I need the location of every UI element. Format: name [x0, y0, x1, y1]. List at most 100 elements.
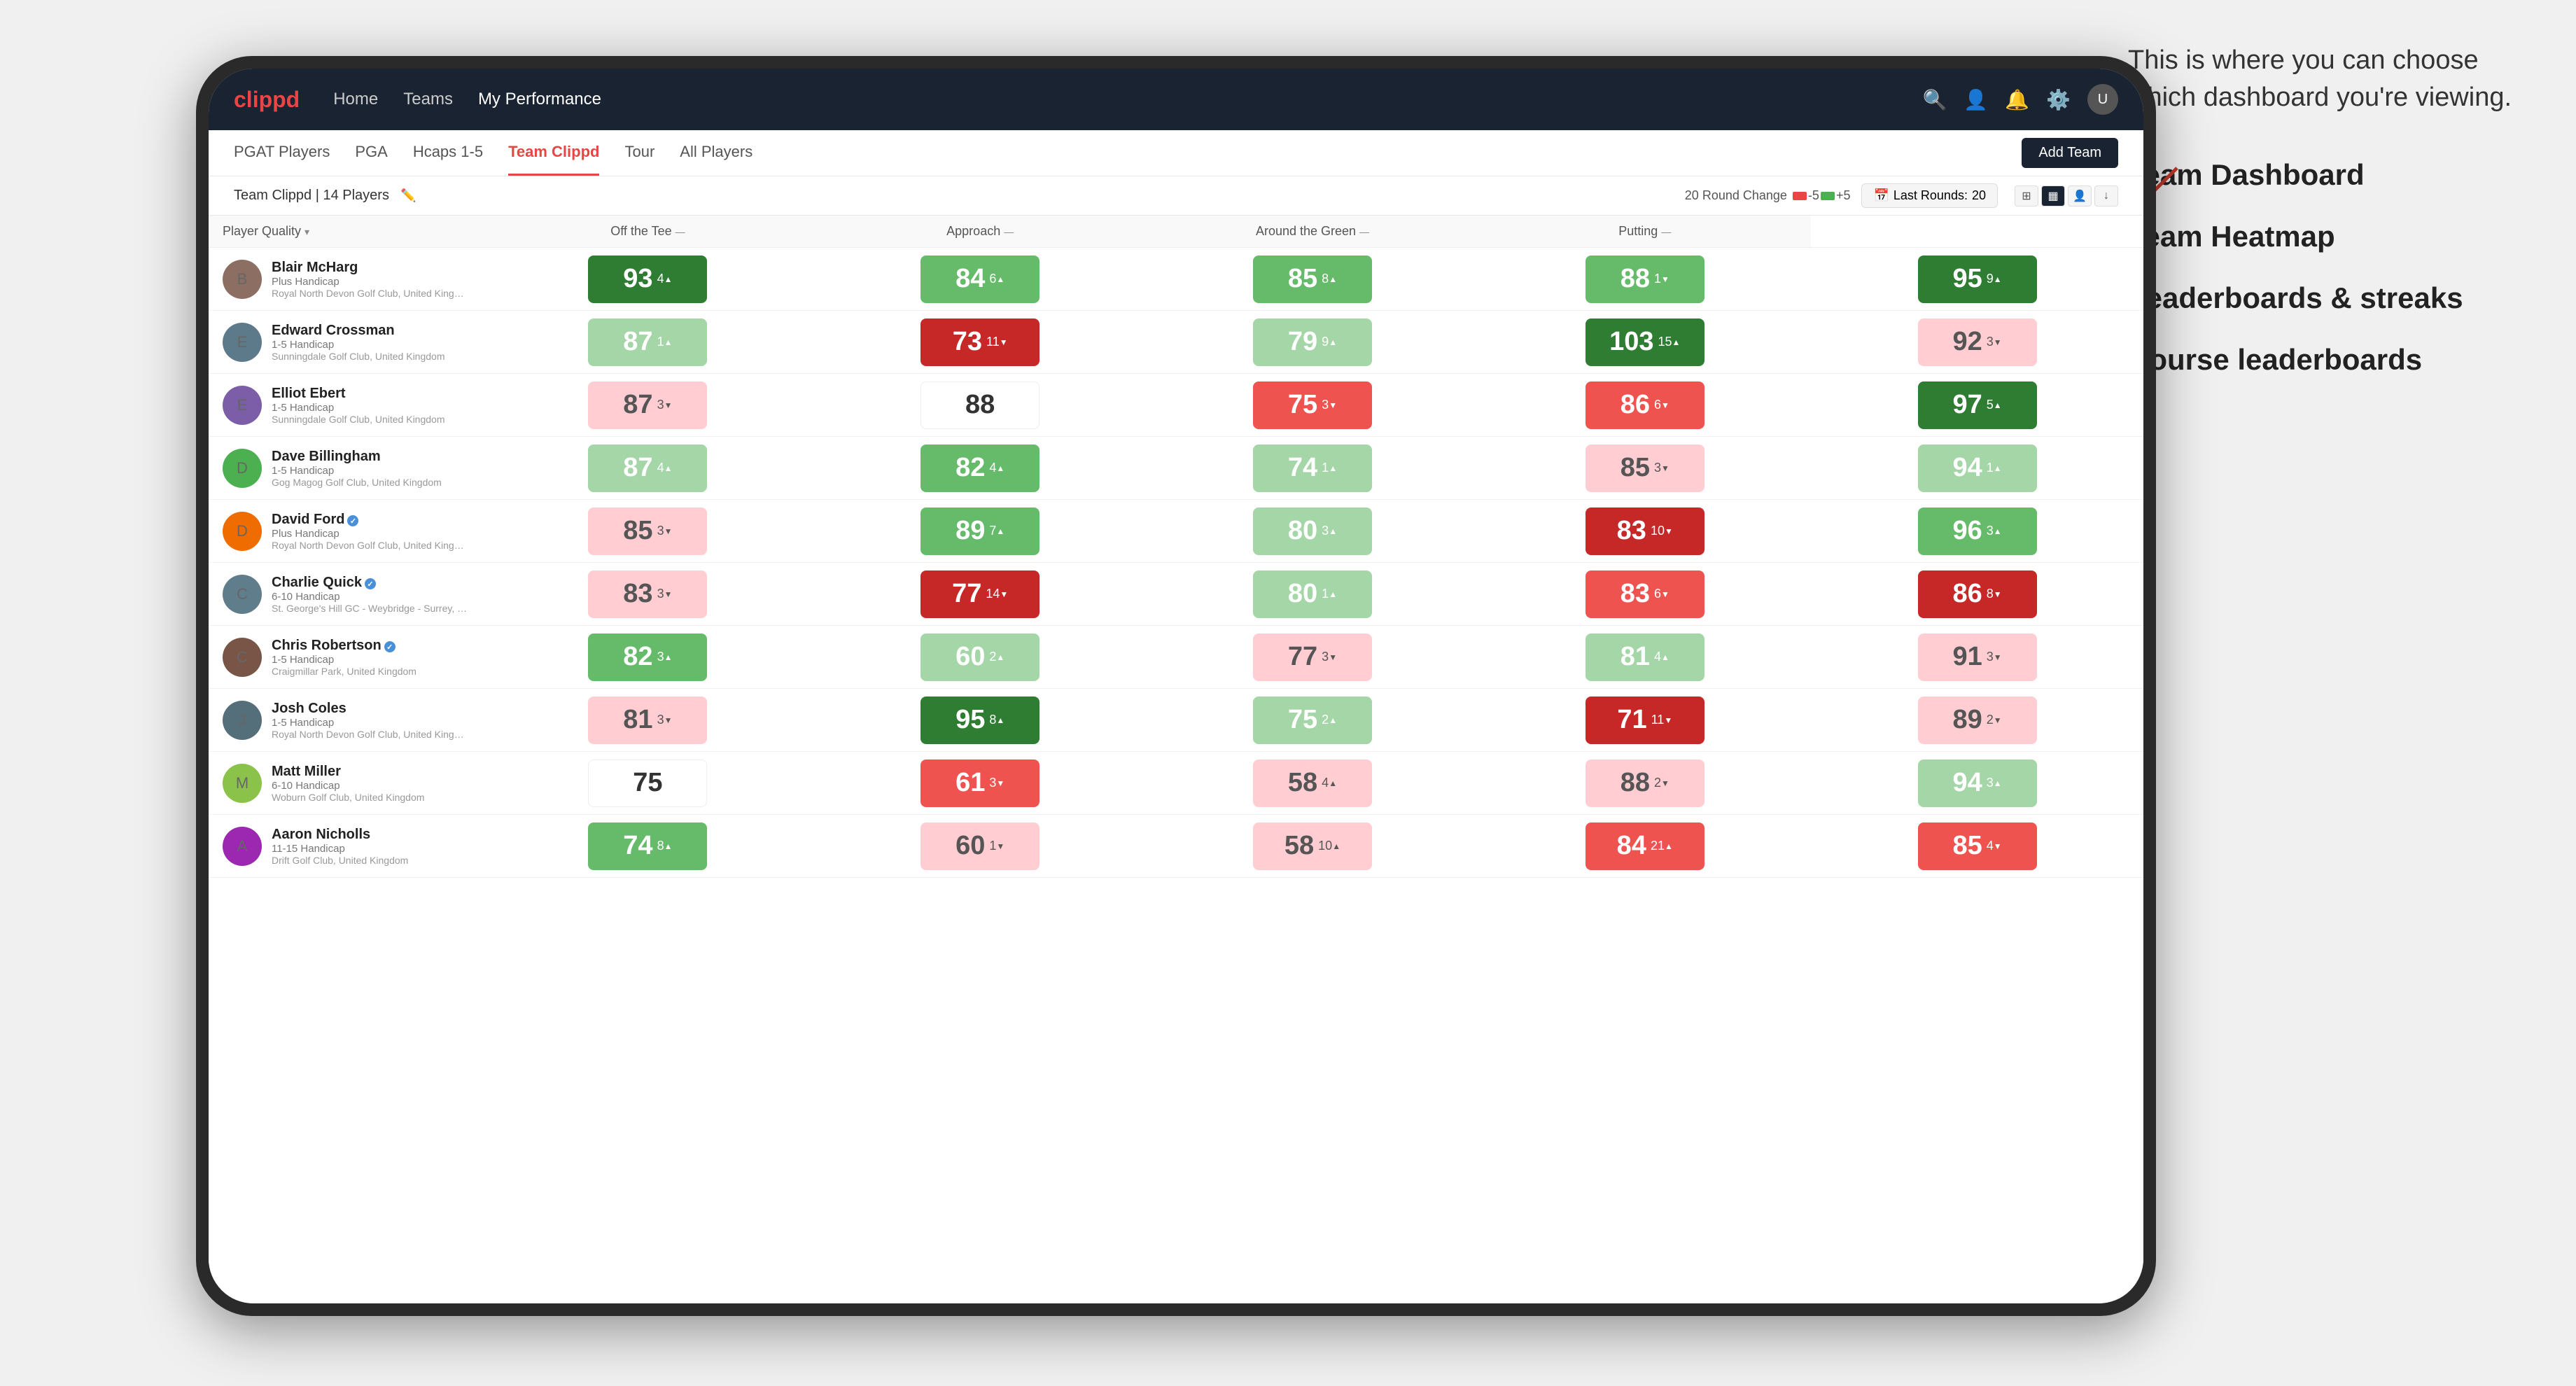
data-table: Player Quality ▾ Off the Tee — Approach … — [209, 216, 2143, 878]
player-details: Dave Billingham 1-5 Handicap Gog Magog G… — [272, 449, 442, 488]
table-row[interactable]: M Matt Miller 6-10 Handicap Woburn Golf … — [209, 752, 2143, 815]
player-cell: C Charlie Quick✓ 6-10 Handicap St. Georg… — [209, 563, 482, 626]
change-up: 3 — [1322, 524, 1337, 538]
score-cell: 94 1 — [1811, 437, 2143, 500]
sub-nav-link-all-players[interactable]: All Players — [680, 130, 752, 176]
table-row[interactable]: D Dave Billingham 1-5 Handicap Gog Magog… — [209, 437, 2143, 500]
player-club: Woburn Golf Club, United Kingdom — [272, 792, 424, 803]
nav-link-teams[interactable]: Teams — [403, 90, 453, 109]
nav-link-home[interactable]: Home — [333, 90, 378, 109]
avatar[interactable]: U — [2087, 84, 2118, 115]
score-value: 89 — [955, 516, 985, 546]
score-cell: 86 8 — [1811, 563, 2143, 626]
score-cell: 81 3 — [482, 689, 814, 752]
score-box: 94 1 — [1918, 444, 2037, 492]
score-value: 83 — [1617, 516, 1646, 546]
score-cell: 74 8 — [482, 815, 814, 878]
settings-icon[interactable]: ⚙️ — [2046, 88, 2071, 111]
change-up: 1 — [1322, 461, 1337, 475]
score-box: 95 9 — [1918, 255, 2037, 303]
change-neg: -5 — [1808, 188, 1819, 203]
th-player: Player Quality ▾ — [209, 216, 482, 248]
player-handicap: 1-5 Handicap — [272, 402, 445, 414]
player-club: Royal North Devon Golf Club, United King… — [272, 288, 468, 299]
change-down: 2 — [1987, 713, 2002, 727]
bar-red — [1793, 192, 1807, 200]
table-row[interactable]: E Elliot Ebert 1-5 Handicap Sunningdale … — [209, 374, 2143, 437]
table-row[interactable]: C Charlie Quick✓ 6-10 Handicap St. Georg… — [209, 563, 2143, 626]
round-change-bar: -5 +5 — [1793, 188, 1851, 203]
score-box: 86 8 — [1918, 570, 2037, 618]
change-down: 10 — [1651, 524, 1673, 538]
score-value: 58 — [1284, 831, 1314, 861]
score-value: 73 — [953, 327, 982, 357]
score-value: 58 — [1288, 768, 1317, 798]
table-row[interactable]: E Edward Crossman 1-5 Handicap Sunningda… — [209, 311, 2143, 374]
score-cell: 82 3 — [482, 626, 814, 689]
score-box: 81 4 — [1586, 634, 1704, 681]
player-handicap: 1-5 Handicap — [272, 465, 442, 477]
score-cell: 80 1 — [1147, 563, 1479, 626]
sub-nav-link-pgat-players[interactable]: PGAT Players — [234, 130, 330, 176]
player-avatar: A — [223, 827, 262, 866]
table-row[interactable]: A Aaron Nicholls 11-15 Handicap Drift Go… — [209, 815, 2143, 878]
score-value: 85 — [1620, 453, 1650, 483]
score-value: 88 — [1620, 264, 1650, 294]
table-row[interactable]: C Chris Robertson✓ 1-5 Handicap Craigmil… — [209, 626, 2143, 689]
last-rounds-button[interactable]: 📅 Last Rounds: 20 — [1861, 183, 1998, 208]
add-team-button[interactable]: Add Team — [2022, 138, 2118, 168]
score-value: 96 — [1953, 516, 1982, 546]
score-box: 89 7 — [920, 507, 1040, 555]
search-icon[interactable]: 🔍 — [1923, 88, 1947, 111]
edit-icon[interactable]: ✏️ — [400, 188, 416, 203]
score-cell: 89 7 — [814, 500, 1147, 563]
score-box: 94 3 — [1918, 760, 2037, 807]
menu-item-label[interactable]: Course leaderboards — [2128, 343, 2534, 377]
person-icon[interactable]: 👤 — [1963, 88, 1988, 111]
table-row[interactable]: B Blair McHarg Plus Handicap Royal North… — [209, 248, 2143, 311]
score-value: 85 — [623, 516, 652, 546]
score-cell: 95 8 — [814, 689, 1147, 752]
change-up: 4 — [657, 461, 673, 475]
sub-nav-link-hcaps-1-5[interactable]: Hcaps 1-5 — [413, 130, 483, 176]
player-avatar: D — [223, 512, 262, 551]
player-cell: E Elliot Ebert 1-5 Handicap Sunningdale … — [209, 374, 482, 437]
sub-nav-link-pga[interactable]: PGA — [355, 130, 387, 176]
player-club: Sunningdale Golf Club, United Kingdom — [272, 351, 445, 362]
player-handicap: 11-15 Handicap — [272, 843, 408, 855]
score-cell: 89 2 — [1811, 689, 2143, 752]
change-up: 1 — [1987, 461, 2002, 475]
sub-nav-link-tour[interactable]: Tour — [624, 130, 654, 176]
bell-icon[interactable]: 🔔 — [2005, 88, 2029, 111]
change-down: 6 — [1654, 587, 1670, 601]
view-download-button[interactable]: ↓ — [2094, 186, 2118, 206]
score-cell: 61 3 — [814, 752, 1147, 815]
team-name: Team Clippd | 14 Players — [234, 188, 389, 204]
score-cell: 73 11 — [814, 311, 1147, 374]
score-box: 75 2 — [1253, 696, 1372, 744]
player-details: David Ford✓ Plus Handicap Royal North De… — [272, 512, 468, 551]
view-grid-button[interactable]: ⊞ — [2015, 186, 2038, 206]
table-row[interactable]: D David Ford✓ Plus Handicap Royal North … — [209, 500, 2143, 563]
score-cell: 85 8 — [1147, 248, 1479, 311]
score-cell: 95 9 — [1811, 248, 2143, 311]
change-up: 6 — [989, 272, 1004, 286]
view-heatmap-button[interactable]: ▦ — [2041, 186, 2065, 206]
tablet-frame: clippd HomeTeamsMy Performance 🔍 👤 🔔 ⚙️ … — [196, 56, 2156, 1316]
score-value: 81 — [1620, 642, 1650, 672]
score-box: 85 4 — [1918, 822, 2037, 870]
change-down: 3 — [1322, 650, 1337, 664]
score-box: 85 3 — [588, 507, 707, 555]
player-handicap: 1-5 Handicap — [272, 654, 416, 666]
change-down: 3 — [1654, 461, 1670, 475]
change-up: 2 — [1322, 713, 1337, 727]
table-row[interactable]: J Josh Coles 1-5 Handicap Royal North De… — [209, 689, 2143, 752]
score-box: 83 6 — [1586, 570, 1704, 618]
score-value: 88 — [1620, 768, 1650, 798]
player-cell: E Edward Crossman 1-5 Handicap Sunningda… — [209, 311, 482, 374]
view-person-button[interactable]: 👤 — [2068, 186, 2092, 206]
score-value: 97 — [1953, 390, 1982, 420]
sub-nav-link-team-clippd[interactable]: Team Clippd — [508, 130, 599, 176]
nav-link-my-performance[interactable]: My Performance — [478, 90, 601, 109]
score-value: 94 — [1953, 453, 1982, 483]
